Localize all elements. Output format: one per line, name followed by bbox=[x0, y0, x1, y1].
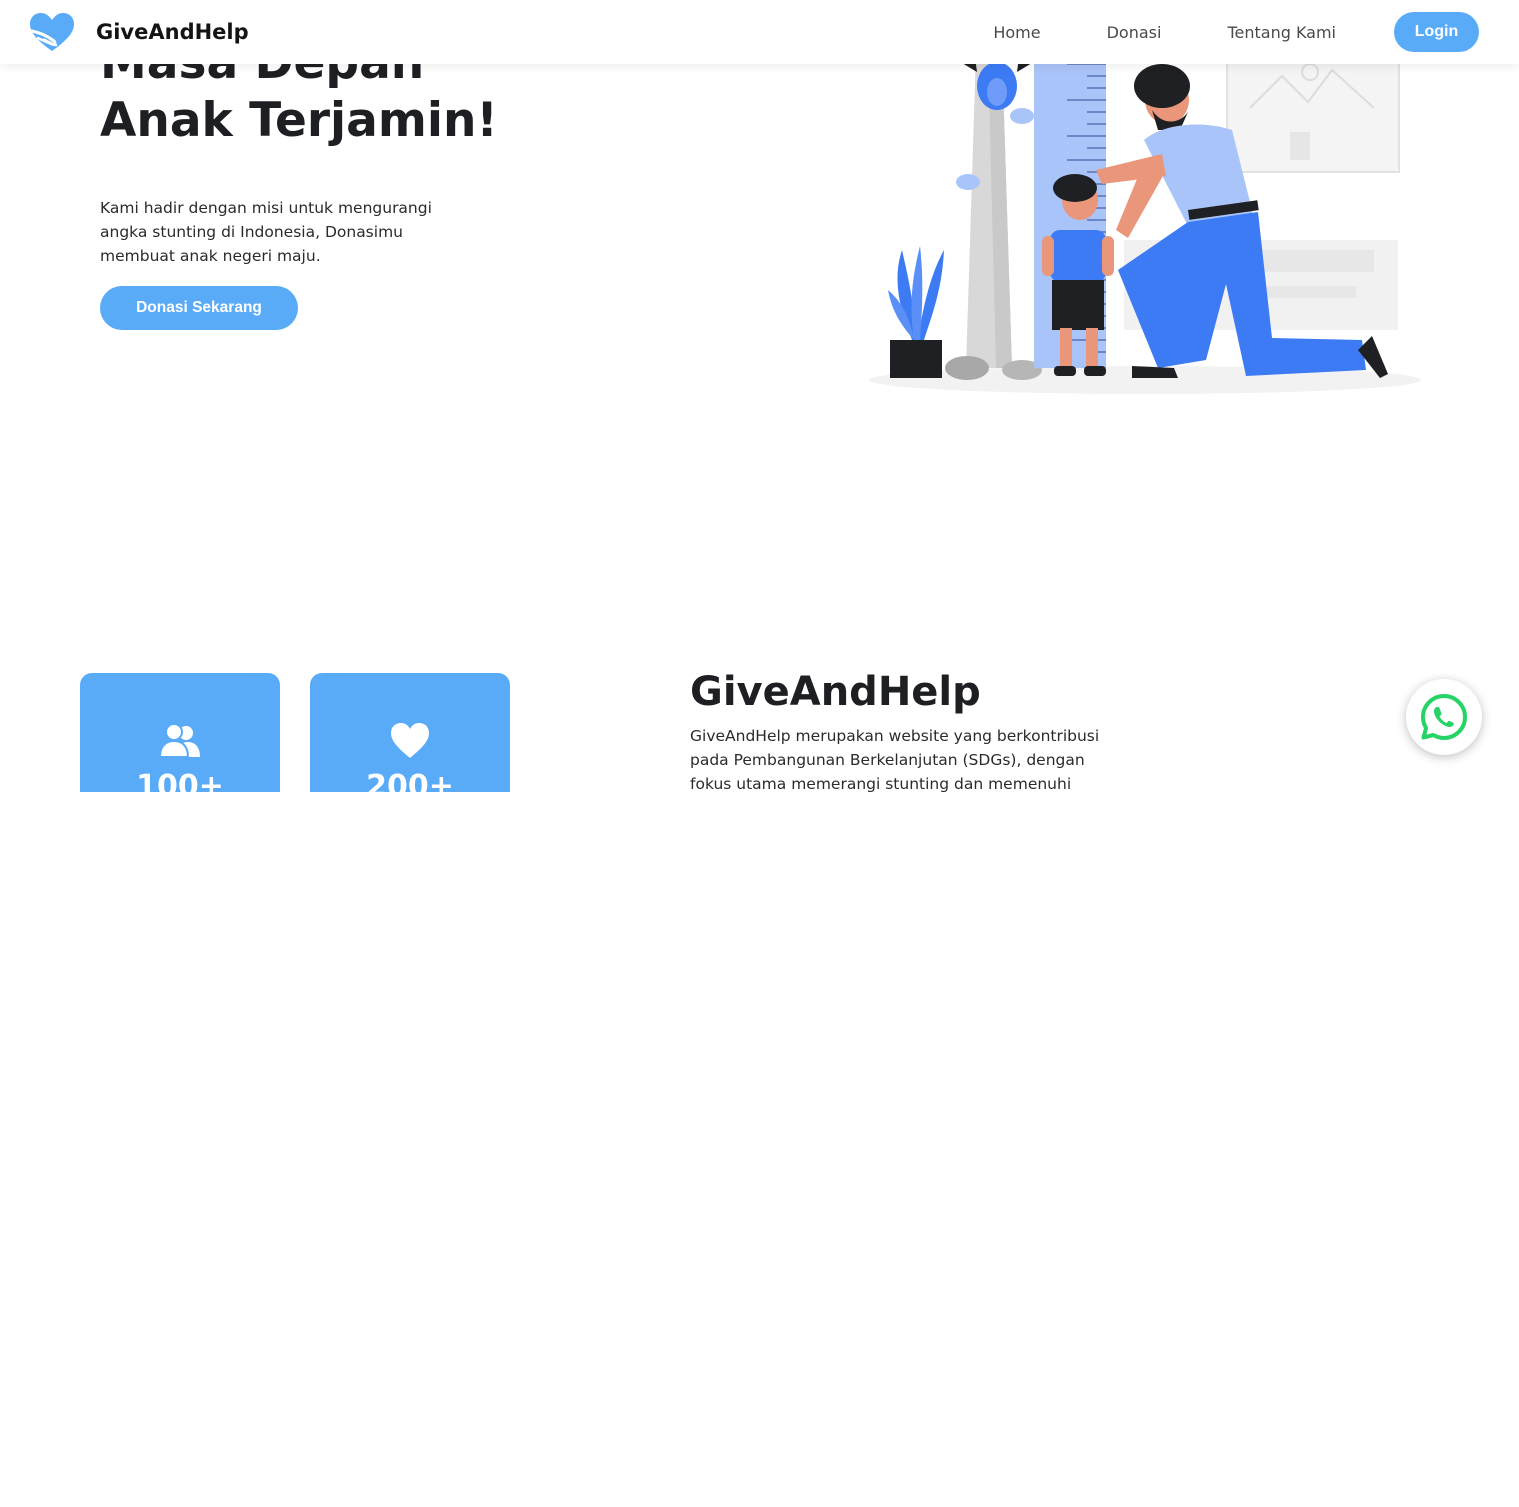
about-text-container: GiveAndHelp merupakan website yang berko… bbox=[690, 724, 1130, 792]
navbar: GiveAndHelp Home Donasi Tentang Kami Log… bbox=[0, 0, 1519, 64]
about-title: GiveAndHelp bbox=[690, 669, 981, 715]
nav-link-tentang-kami[interactable]: Tentang Kami bbox=[1227, 23, 1336, 42]
hero-description: Kami hadir dengan misi untuk mengurangi … bbox=[100, 199, 432, 265]
nav-link-home[interactable]: Home bbox=[993, 23, 1040, 42]
whatsapp-float-button[interactable] bbox=[1406, 679, 1482, 755]
whatsapp-icon bbox=[1421, 694, 1467, 740]
stat-card-users: 100+ bbox=[80, 673, 280, 792]
brand-name: GiveAndHelp bbox=[96, 20, 249, 44]
nav-link-donasi[interactable]: Donasi bbox=[1107, 23, 1162, 42]
hero-title-line-2: Anak Terjamin! bbox=[100, 93, 498, 148]
stat-value-donations: 200+ bbox=[366, 769, 454, 792]
heart-icon bbox=[391, 723, 429, 758]
users-icon bbox=[160, 723, 200, 758]
login-button[interactable]: Login bbox=[1394, 12, 1479, 52]
stat-value-users: 100+ bbox=[136, 769, 224, 792]
nav-links: Home Donasi Tentang Kami Login bbox=[993, 0, 1479, 64]
donate-now-button[interactable]: Donasi Sekarang bbox=[100, 286, 298, 330]
brand[interactable]: GiveAndHelp bbox=[28, 10, 249, 54]
height-measuring-illustration bbox=[869, 50, 1421, 394]
about-description: GiveAndHelp merupakan website yang berko… bbox=[690, 727, 1100, 792]
stat-card-donations: 200+ bbox=[310, 673, 510, 792]
heart-hand-logo-icon bbox=[30, 13, 74, 51]
